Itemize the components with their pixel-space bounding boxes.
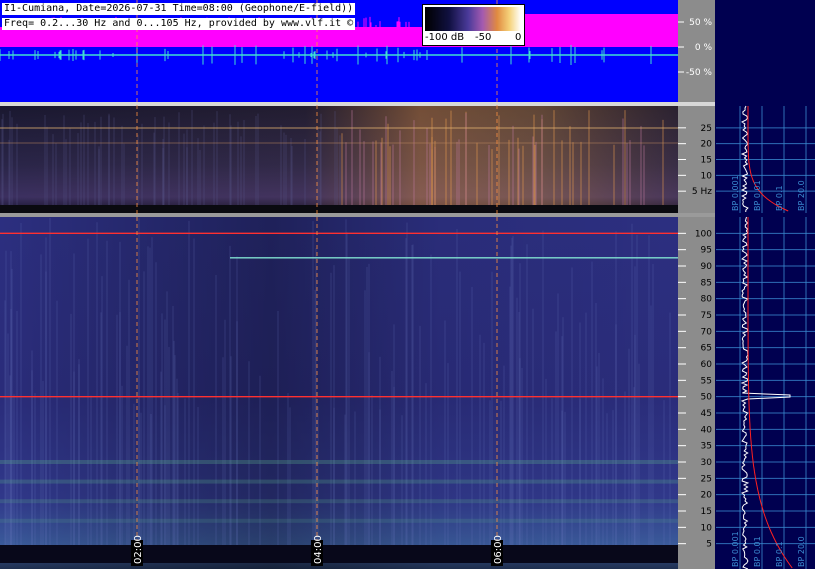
- spectrum-x-label: BP 20.0: [797, 536, 806, 567]
- low-tick-label: 10: [701, 171, 713, 181]
- high-tick-label: 85: [701, 278, 712, 288]
- high-tick-label: 65: [701, 344, 712, 354]
- spectrogram-chart: 02:00 04:00 06:00 50 % 0 % -50 % 25 20 15 10 5 H…: [0, 0, 815, 569]
- high-tick-label: 80: [701, 295, 713, 305]
- colorbar-gradient: [425, 7, 521, 31]
- spectrum-x-label: BP 0.1: [775, 185, 784, 211]
- high-tick-label: 25: [701, 474, 712, 484]
- high-tick-label: 55: [701, 376, 712, 386]
- amplitude-tick-label: -50 %: [686, 68, 713, 78]
- low-tick-label: 25: [701, 124, 712, 134]
- low-spectrogram-warm: [0, 106, 678, 213]
- high-tick-label: 35: [701, 442, 712, 452]
- high-tick-label: 70: [701, 327, 713, 337]
- high-tick-label: 10: [701, 523, 713, 533]
- header-line-1: I1-Cumiana, Date=2026-07-31 Time=08:00 (…: [2, 3, 356, 15]
- low-spectrogram-floor: [0, 205, 678, 213]
- high-tick-label: 95: [701, 246, 712, 256]
- low-tick-label: 5 Hz: [692, 187, 712, 197]
- colorbar-label-min: -100 dB: [425, 32, 465, 43]
- high-tick-label: 75: [701, 311, 712, 321]
- colorbar-label-max: 0: [515, 32, 522, 43]
- low-tick-label: 20: [701, 140, 713, 150]
- high-spectrogram-floor: [0, 545, 678, 563]
- low-tick-label: 15: [701, 156, 712, 166]
- high-tick-label: 90: [701, 262, 713, 272]
- high-tick-label: 50: [701, 393, 713, 403]
- spectrum-x-label: BP 0.01: [753, 536, 762, 567]
- high-tick-label: 60: [701, 360, 713, 370]
- time-label: 06:00: [493, 535, 504, 564]
- amplitude-upper-band: [0, 27, 678, 47]
- high-tick-label: 20: [701, 491, 713, 501]
- lowband-glow: [0, 460, 678, 464]
- header-line-2: Freq= 0.2...30 Hz and 0...105 Hz, provid…: [2, 18, 356, 30]
- amplitude-tick-label: 50 %: [689, 18, 712, 28]
- colorbar: -100 dB -50 0: [422, 4, 525, 46]
- high-tick-label: 45: [701, 409, 712, 419]
- high-tick-label: 40: [701, 425, 713, 435]
- high-tick-label: 5: [706, 540, 712, 550]
- low-spectrogram: [0, 106, 678, 213]
- panel-separator: [0, 213, 715, 217]
- spectrum-x-label: BP 0.1: [775, 541, 784, 567]
- amplitude-panel: [0, 0, 678, 102]
- panel-separator: [0, 102, 715, 106]
- spectrum-x-label: BP 0.001: [731, 531, 740, 567]
- lowband-glow: [0, 518, 678, 523]
- high-tick-label: 15: [701, 507, 712, 517]
- lowband-glow: [0, 479, 678, 484]
- spectrum-x-label: BP 20.0: [797, 180, 806, 211]
- time-label: 04:00: [313, 535, 324, 564]
- amplitude-tick-label: 0 %: [695, 43, 713, 53]
- high-tick-label: 100: [695, 229, 712, 239]
- high-tick-label: 30: [701, 458, 713, 468]
- colorbar-label-mid: -50: [475, 32, 492, 43]
- spectrum-x-label: BP 0.01: [753, 180, 762, 211]
- lowband-glow: [0, 499, 678, 504]
- spectrum-x-label: BP 0.001: [731, 175, 740, 211]
- high-spectrogram: [0, 217, 678, 569]
- time-label: 02:00: [133, 535, 144, 564]
